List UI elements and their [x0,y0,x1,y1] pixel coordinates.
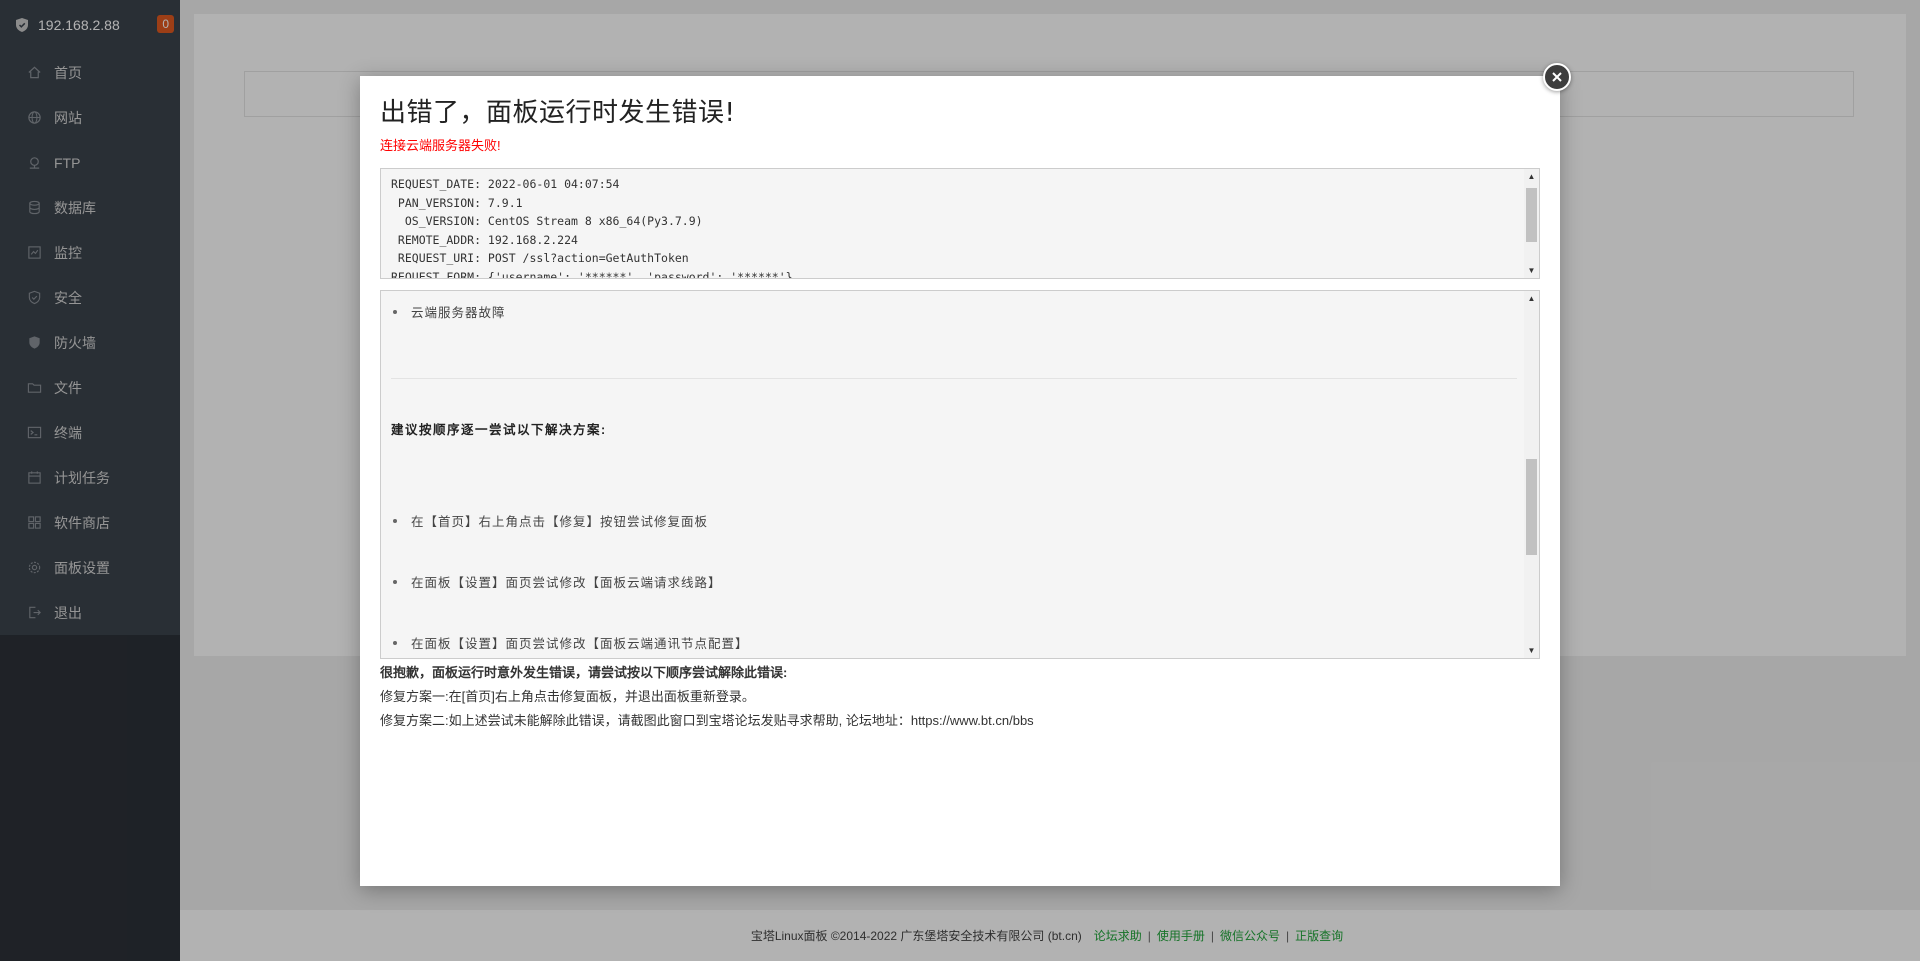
log-line: PAN_VERSION: 7.9.1 [391,195,523,210]
solution-text: 在面板【设置】面页尝试修改【面板云端通讯节点配置】 [411,637,749,651]
scroll-down-arrow-icon[interactable]: ▼ [1524,263,1539,278]
notes-intro: 很抱歉，面板运行时意外发生错误，请尝试按以下顺序尝试解除此错误: [380,665,788,680]
solution-text: 在面板【设置】面页尝试修改【面板云端请求线路】 [411,576,722,590]
close-icon [1551,71,1563,83]
solution-detail-box[interactable]: 云端服务器故障 建议按顺序逐一尝试以下解决方案: 在【首页】右上角点击【修复】按… [380,290,1540,659]
bullet-icon [393,579,397,584]
solution-heading: 建议按顺序逐一尝试以下解决方案: [391,423,607,437]
scroll-down-arrow-icon[interactable]: ▼ [1524,643,1539,658]
notes-fix-one: 修复方案一:在[首页]右上角点击修复面板，并退出面板重新登录。 [380,689,755,704]
notes-fix-two: 修复方案二:如上述尝试未能解除此错误，请截图此窗口到宝塔论坛发贴寻求帮助, 论坛… [380,713,1034,728]
log-line: REQUEST_URI: POST /ssl?action=GetAuthTok… [391,251,689,265]
log-line: OS_VERSION: CentOS Stream 8 x86_64(Py3.7… [391,214,703,228]
cause-text: 云端服务器故障 [411,306,506,320]
log-line: REQUEST_FORM: {'username': '******', 'pa… [391,269,793,279]
list-item: 在【首页】右上角点击【修复】按钮尝试修复面板 [391,511,708,530]
repair-notes: 很抱歉，面板运行时意外发生错误，请尝试按以下顺序尝试解除此错误: 修复方案一:在… [380,661,1034,733]
solution-text: 在【首页】右上角点击【修复】按钮尝试修复面板 [411,515,709,529]
scroll-up-arrow-icon[interactable]: ▲ [1524,169,1539,184]
request-log-text: REQUEST_DATE: 2022-06-01 04:07:54 PAN_VE… [381,169,1539,279]
request-log-box[interactable]: REQUEST_DATE: 2022-06-01 04:07:54 PAN_VE… [380,168,1540,279]
bullet-icon [393,640,397,645]
list-item: 在面板【设置】面页尝试修改【面板云端通讯节点配置】 [391,633,749,652]
divider [391,378,1517,379]
bullet-icon [393,309,397,314]
dialog-error-message: 连接云端服务器失败! [380,138,501,153]
log-line: REMOTE_ADDR: 192.168.2.224 [391,232,578,247]
bullet-icon [393,518,397,523]
scroll-up-arrow-icon[interactable]: ▲ [1524,291,1539,306]
error-dialog: 出错了，面板运行时发生错误! 连接云端服务器失败! REQUEST_DATE: … [360,76,1560,886]
list-item: 在面板【设置】面页尝试修改【面板云端请求线路】 [391,572,722,591]
dialog-title: 出错了，面板运行时发生错误! [380,98,736,128]
scroll-thumb[interactable] [1526,188,1537,242]
log-line: REQUEST_DATE: 2022-06-01 04:07:54 [391,177,620,191]
log-scrollbar[interactable]: ▲ ▼ [1524,169,1539,278]
scroll-thumb[interactable] [1526,459,1537,555]
list-item: 云端服务器故障 [391,302,506,321]
close-dialog-button[interactable] [1543,63,1571,91]
detail-scrollbar[interactable]: ▲ ▼ [1524,291,1539,658]
